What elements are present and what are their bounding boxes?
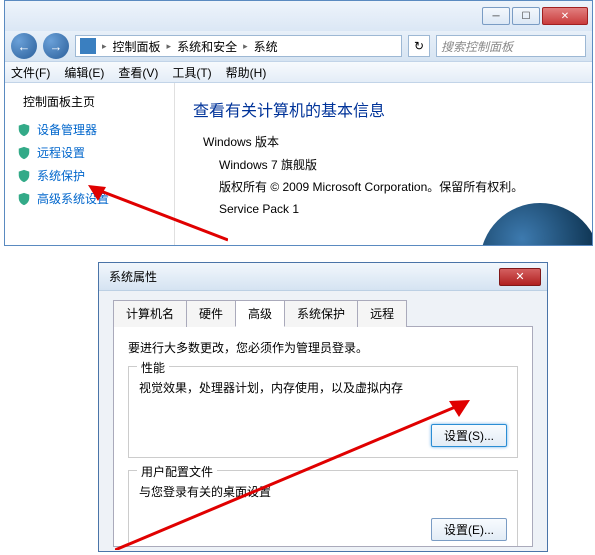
maximize-button[interactable]: ☐ bbox=[512, 7, 540, 25]
group-user-profiles: 用户配置文件 与您登录有关的桌面设置 设置(E)... bbox=[128, 470, 518, 547]
performance-settings-button[interactable]: 设置(S)... bbox=[431, 424, 507, 447]
chevron-right-icon: ▸ bbox=[167, 41, 172, 52]
breadcrumb-bar[interactable]: ▸ 控制面板 ▸ 系统和安全 ▸ 系统 bbox=[75, 35, 402, 57]
tab-computer-name[interactable]: 计算机名 bbox=[113, 300, 187, 327]
menu-bar: 文件(F) 编辑(E) 查看(V) 工具(T) 帮助(H) bbox=[5, 61, 592, 83]
tab-content-advanced: 要进行大多数更改，您必须作为管理员登录。 性能 视觉效果，处理器计划，内存使用，… bbox=[113, 327, 533, 547]
sidebar-item-device-manager[interactable]: 设备管理器 bbox=[5, 118, 174, 141]
computer-icon bbox=[80, 38, 96, 54]
tab-hardware[interactable]: 硬件 bbox=[186, 300, 236, 327]
shield-icon bbox=[17, 146, 31, 160]
shield-icon bbox=[17, 192, 31, 206]
shield-icon bbox=[17, 123, 31, 137]
sidebar: 控制面板主页 设备管理器 远程设置 系统保护 高级系统设置 bbox=[5, 83, 175, 245]
dialog-body: 计算机名 硬件 高级 系统保护 远程 要进行大多数更改，您必须作为管理员登录。 … bbox=[99, 291, 547, 555]
sidebar-item-label: 高级系统设置 bbox=[37, 190, 109, 207]
control-panel-system-window: ─ ☐ ✕ ← → ▸ 控制面板 ▸ 系统和安全 ▸ 系统 ↻ 搜索控制面板 文… bbox=[4, 0, 593, 246]
main-pane: 查看有关计算机的基本信息 Windows 版本 Windows 7 旗舰版 版权… bbox=[175, 83, 592, 245]
group-title: 性能 bbox=[137, 359, 169, 376]
close-button[interactable]: ✕ bbox=[499, 268, 541, 286]
sidebar-item-label: 系统保护 bbox=[37, 167, 85, 184]
system-properties-dialog: 系统属性 ✕ 计算机名 硬件 高级 系统保护 远程 要进行大多数更改，您必须作为… bbox=[98, 262, 548, 552]
tab-remote[interactable]: 远程 bbox=[357, 300, 407, 327]
menu-file[interactable]: 文件(F) bbox=[11, 64, 50, 81]
dialog-title: 系统属性 bbox=[109, 268, 157, 285]
breadcrumb-segment[interactable]: 系统和安全 bbox=[177, 38, 237, 55]
tab-strip: 计算机名 硬件 高级 系统保护 远程 bbox=[113, 299, 533, 327]
window-body: 控制面板主页 设备管理器 远程设置 系统保护 高级系统设置 查看有关计算机的基本… bbox=[5, 83, 592, 245]
menu-view[interactable]: 查看(V) bbox=[118, 64, 158, 81]
window-titlebar: ─ ☐ ✕ bbox=[5, 1, 592, 31]
menu-tools[interactable]: 工具(T) bbox=[172, 64, 211, 81]
sidebar-item-label: 设备管理器 bbox=[37, 121, 97, 138]
chevron-right-icon: ▸ bbox=[243, 41, 248, 52]
breadcrumb-segment[interactable]: 控制面板 bbox=[113, 38, 161, 55]
windows-copyright: 版权所有 © 2009 Microsoft Corporation。保留所有权利… bbox=[219, 178, 578, 196]
windows-edition-label: Windows 版本 bbox=[203, 133, 578, 150]
group-title: 用户配置文件 bbox=[137, 463, 217, 480]
chevron-right-icon: ▸ bbox=[102, 41, 107, 52]
search-placeholder: 搜索控制面板 bbox=[441, 38, 513, 55]
group-description: 视觉效果，处理器计划，内存使用，以及虚拟内存 bbox=[139, 379, 507, 396]
breadcrumb-segment[interactable]: 系统 bbox=[254, 38, 278, 55]
close-button[interactable]: ✕ bbox=[542, 7, 588, 25]
tab-system-protection[interactable]: 系统保护 bbox=[284, 300, 358, 327]
admin-note: 要进行大多数更改，您必须作为管理员登录。 bbox=[128, 339, 518, 356]
sidebar-item-system-protection[interactable]: 系统保护 bbox=[5, 164, 174, 187]
dialog-titlebar: 系统属性 ✕ bbox=[99, 263, 547, 291]
sidebar-item-label: 远程设置 bbox=[37, 144, 85, 161]
profiles-settings-button[interactable]: 设置(E)... bbox=[431, 518, 507, 541]
sidebar-home-link[interactable]: 控制面板主页 bbox=[5, 93, 174, 118]
shield-icon bbox=[17, 169, 31, 183]
back-button[interactable]: ← bbox=[11, 33, 37, 59]
group-description: 与您登录有关的桌面设置 bbox=[139, 483, 507, 500]
menu-help[interactable]: 帮助(H) bbox=[226, 64, 267, 81]
forward-button[interactable]: → bbox=[43, 33, 69, 59]
menu-edit[interactable]: 编辑(E) bbox=[64, 64, 104, 81]
windows-edition-value: Windows 7 旗舰版 bbox=[219, 156, 578, 174]
minimize-button[interactable]: ─ bbox=[482, 7, 510, 25]
refresh-button[interactable]: ↻ bbox=[408, 35, 430, 57]
sidebar-item-advanced-system-settings[interactable]: 高级系统设置 bbox=[5, 187, 174, 210]
sidebar-item-remote-settings[interactable]: 远程设置 bbox=[5, 141, 174, 164]
tab-advanced[interactable]: 高级 bbox=[235, 300, 285, 327]
address-toolbar: ← → ▸ 控制面板 ▸ 系统和安全 ▸ 系统 ↻ 搜索控制面板 bbox=[5, 31, 592, 61]
page-heading: 查看有关计算机的基本信息 bbox=[193, 97, 578, 121]
group-performance: 性能 视觉效果，处理器计划，内存使用，以及虚拟内存 设置(S)... bbox=[128, 366, 518, 458]
search-input[interactable]: 搜索控制面板 bbox=[436, 35, 586, 57]
